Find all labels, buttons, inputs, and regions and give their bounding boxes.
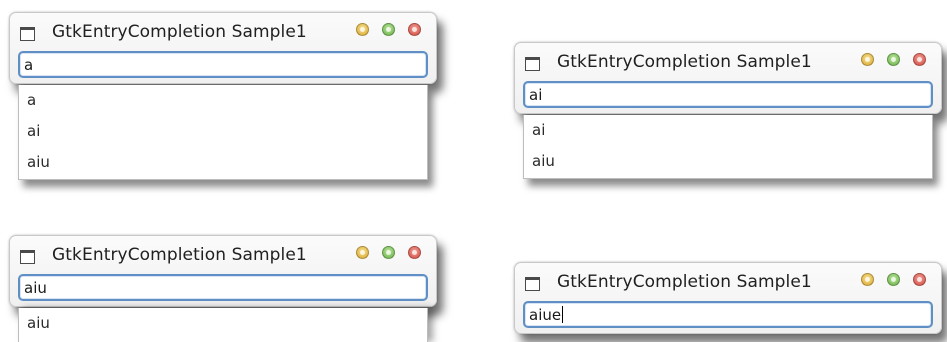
completion-item[interactable]: aiu xyxy=(19,308,427,339)
window-title: GtkEntryCompletion Sample1 xyxy=(52,245,307,265)
minimize-button[interactable] xyxy=(861,273,874,286)
completion-popup: ai aiu xyxy=(523,115,933,179)
entry-value: aiue xyxy=(529,306,562,324)
title-bar[interactable]: GtkEntryCompletion Sample1 xyxy=(10,13,436,49)
window-icon[interactable] xyxy=(525,277,540,291)
completion-popup: a ai aiu xyxy=(18,85,428,180)
completion-item[interactable]: aiu xyxy=(19,147,427,178)
close-button[interactable] xyxy=(408,23,421,36)
completion-entry[interactable]: aiue xyxy=(523,301,933,328)
window-icon[interactable] xyxy=(525,57,540,71)
window-1: GtkEntryCompletion Sample1 a xyxy=(9,12,437,84)
completion-item[interactable]: ai xyxy=(524,115,932,146)
close-button[interactable] xyxy=(913,273,926,286)
title-bar[interactable]: GtkEntryCompletion Sample1 xyxy=(515,263,941,299)
title-bar[interactable]: GtkEntryCompletion Sample1 xyxy=(515,43,941,79)
maximize-button[interactable] xyxy=(382,246,395,259)
window-title: GtkEntryCompletion Sample1 xyxy=(557,272,812,292)
completion-popup: aiu xyxy=(18,308,428,342)
completion-entry[interactable]: aiu xyxy=(18,274,428,301)
window-icon[interactable] xyxy=(20,250,35,264)
window-icon[interactable] xyxy=(20,27,35,41)
entry-text: ai xyxy=(529,86,543,104)
minimize-button[interactable] xyxy=(861,53,874,66)
entry-text: aiu xyxy=(24,279,47,297)
window-3: GtkEntryCompletion Sample1 aiu xyxy=(9,235,437,307)
close-button[interactable] xyxy=(408,246,421,259)
completion-item[interactable]: a xyxy=(19,85,427,116)
text-cursor xyxy=(562,306,564,323)
maximize-button[interactable] xyxy=(382,23,395,36)
completion-entry[interactable]: a xyxy=(18,51,428,78)
maximize-button[interactable] xyxy=(887,273,900,286)
minimize-button[interactable] xyxy=(356,23,369,36)
minimize-button[interactable] xyxy=(356,246,369,259)
title-bar[interactable]: GtkEntryCompletion Sample1 xyxy=(10,236,436,272)
completion-entry[interactable]: ai xyxy=(523,81,933,108)
completion-item[interactable]: ai xyxy=(19,116,427,147)
window-title: GtkEntryCompletion Sample1 xyxy=(557,52,812,72)
entry-text: a xyxy=(24,56,34,74)
window-title: GtkEntryCompletion Sample1 xyxy=(52,22,307,42)
maximize-button[interactable] xyxy=(887,53,900,66)
close-button[interactable] xyxy=(913,53,926,66)
window-4: GtkEntryCompletion Sample1 aiue xyxy=(514,262,942,334)
completion-item[interactable]: aiu xyxy=(524,146,932,177)
entry-text: aiue xyxy=(529,306,564,324)
window-2: GtkEntryCompletion Sample1 ai xyxy=(514,42,942,114)
